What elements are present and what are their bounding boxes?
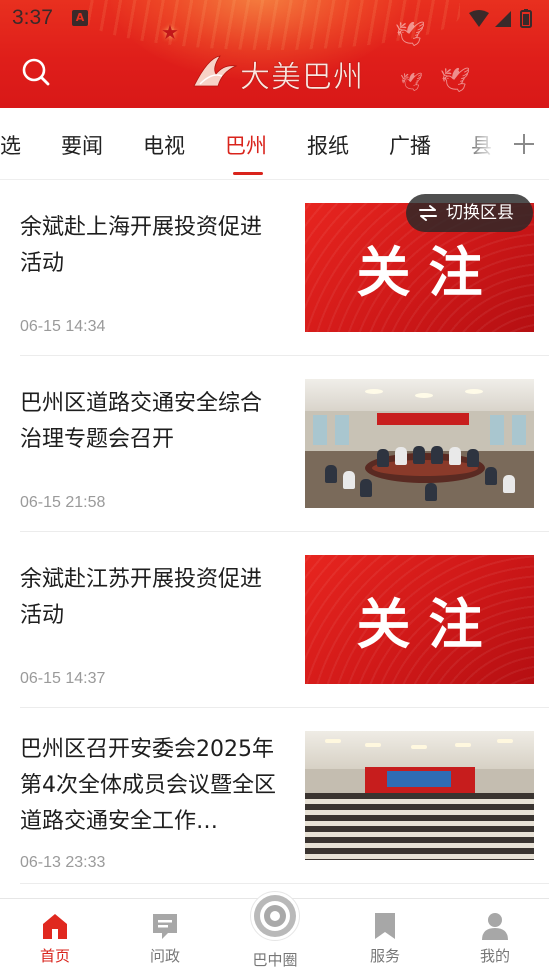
tab-selected[interactable]: 选 — [0, 130, 21, 160]
tab-active-indicator — [233, 172, 263, 175]
signal-icon — [495, 11, 511, 27]
add-channel-button[interactable] — [500, 108, 549, 179]
nav-home[interactable]: 首页 — [0, 899, 110, 976]
system-icons — [469, 9, 532, 28]
nav-profile[interactable]: 我的 — [440, 899, 549, 976]
status-indicator: A — [72, 10, 88, 26]
switch-county-label: 切换区县 — [446, 203, 514, 223]
nav-home-label: 首页 — [39, 947, 70, 965]
app-name: 大美巴州 — [240, 60, 364, 96]
logo-mark-icon — [193, 55, 238, 87]
tab-fade — [456, 108, 506, 179]
tab-newspaper[interactable]: 报纸 — [307, 130, 349, 160]
search-icon — [22, 58, 50, 86]
news-thumbnail: 关注 — [305, 555, 534, 684]
news-time: 06-15 14:37 — [20, 670, 106, 687]
news-thumbnail-photo — [305, 379, 534, 508]
news-time: 06-13 23:33 — [20, 854, 106, 871]
dove-icon: 🕊 — [400, 72, 423, 93]
app-header: ★ 🕊 🕊 🕊 3:37 A 大美巴州 — [0, 0, 549, 108]
channel-tabs: 选 要闻 电视 巴州 报纸 广播 县 — [0, 108, 549, 180]
news-title: 余斌赴江苏开展投资促进活动 — [20, 567, 263, 628]
news-feed[interactable]: 余斌赴上海开展投资促进活动 06-15 14:34 关注 巴州区道路交通安全综合… — [0, 180, 549, 898]
news-title: 巴州区召开安委会2025年第4次全体成员会议暨全区道路交通安全工作… — [20, 737, 276, 834]
news-time: 06-15 21:58 — [20, 494, 106, 511]
news-item[interactable]: 巴州区召开安委会2025年第4次全体成员会议暨全区道路交通安全工作… 06-13… — [20, 708, 549, 884]
news-item[interactable]: 巴州区道路交通安全综合治理专题会召开 06-15 21:58 — [20, 356, 549, 532]
news-title: 巴州区道路交通安全综合治理专题会召开 — [20, 391, 263, 452]
dove-icon: 🕊 — [440, 66, 471, 94]
nav-services-label: 服务 — [369, 947, 400, 965]
wifi-icon — [469, 10, 489, 27]
nav-circle[interactable]: 巴中圈 — [220, 891, 330, 976]
status-time: 3:37 — [12, 6, 53, 29]
app-logo: 大美巴州 — [190, 50, 370, 95]
message-icon — [153, 914, 177, 939]
news-thumbnail-photo — [305, 731, 534, 860]
swap-arrows-icon — [419, 205, 437, 221]
tab-radio[interactable]: 广播 — [389, 130, 431, 160]
nav-circle-label: 巴中圈 — [252, 951, 298, 969]
news-item[interactable]: 余斌赴江苏开展投资促进活动 06-15 14:37 关注 — [20, 532, 549, 708]
search-button[interactable] — [20, 56, 52, 88]
tab-tv[interactable]: 电视 — [143, 130, 185, 160]
status-bar: 3:37 A — [0, 0, 549, 36]
circle-icon — [254, 895, 296, 937]
home-icon — [43, 914, 67, 939]
tab-news[interactable]: 要闻 — [61, 130, 103, 160]
nav-inquiry-label: 问政 — [149, 947, 180, 965]
thumbnail-text: 关注 — [356, 593, 501, 656]
plus-icon — [514, 134, 534, 154]
bottom-navigation: 首页 问政 巴中圈 服务 我的 — [0, 891, 549, 976]
switch-county-button[interactable]: 切换区县 — [406, 194, 533, 232]
nav-profile-label: 我的 — [479, 947, 510, 965]
tab-bazhou[interactable]: 巴州 — [225, 130, 267, 160]
news-time: 06-15 14:34 — [20, 318, 106, 335]
nav-inquiry[interactable]: 问政 — [110, 899, 220, 976]
user-icon — [482, 913, 508, 940]
news-title: 余斌赴上海开展投资促进活动 — [20, 215, 263, 276]
nav-services[interactable]: 服务 — [330, 899, 440, 976]
bookmark-icon — [375, 913, 395, 939]
